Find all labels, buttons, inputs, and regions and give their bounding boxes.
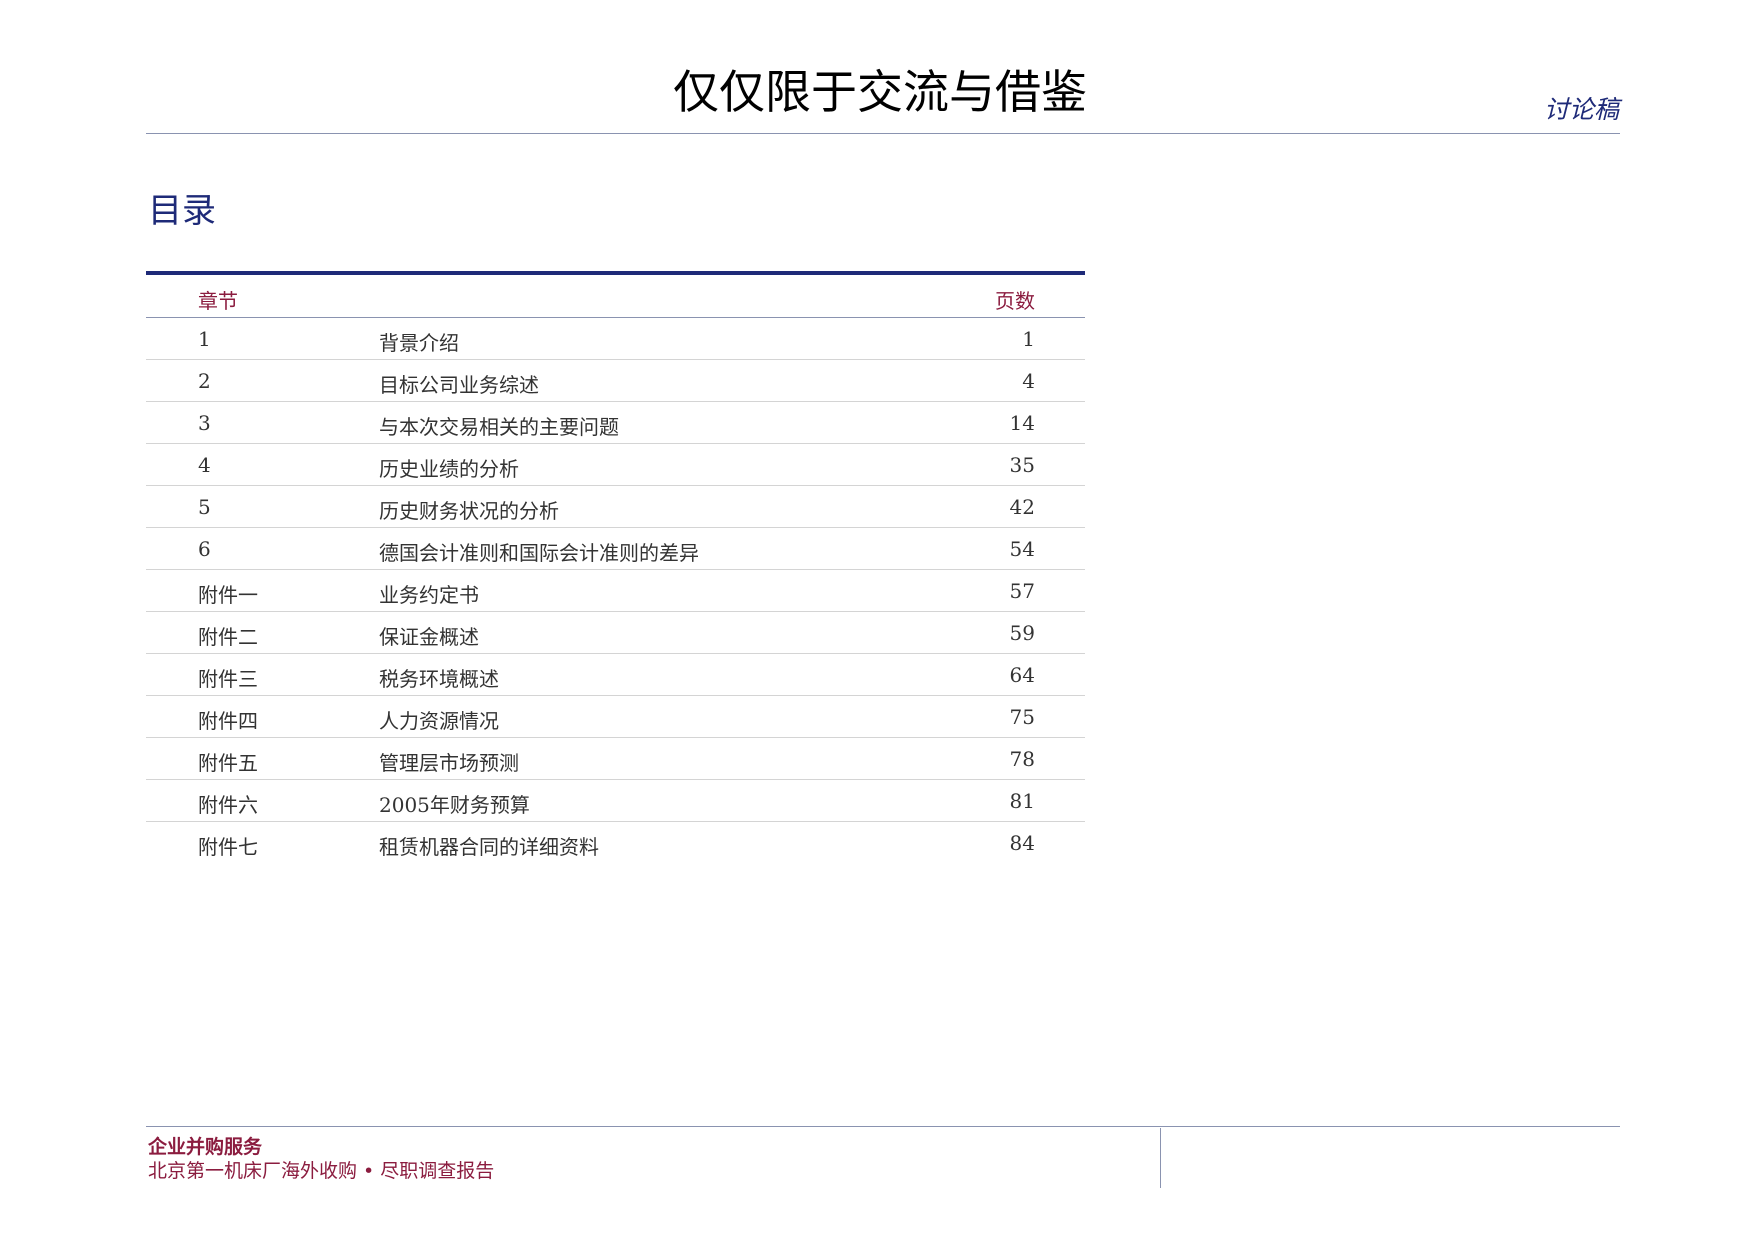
toc-row-title: 目标公司业务综述 <box>379 373 539 397</box>
toc-row: 附件五 管理层市场预测 78 <box>146 738 1085 780</box>
toc-row-title: 历史财务状况的分析 <box>379 499 559 523</box>
toc-row-chapter: 6 <box>198 537 211 561</box>
toc-header-row: 章节 页数 <box>146 275 1085 318</box>
toc-row-page: 57 <box>1009 579 1035 603</box>
toc-row-chapter: 3 <box>198 411 211 435</box>
toc-row-chapter: 附件五 <box>198 751 258 775</box>
toc-table: 章节 页数 1 背景介绍 1 2 目标公司业务综述 4 3 与本次交易相关的主要问题 14 4 历史… <box>146 271 1085 863</box>
footer-vertical-divider <box>1160 1128 1161 1188</box>
page-title: 仅仅限于交流与借鉴 <box>673 65 1087 119</box>
footer-department: 企业并购服务 <box>148 1136 263 1158</box>
toc-row: 附件二 保证金概述 59 <box>146 612 1085 654</box>
toc-row-title: 业务约定书 <box>379 583 479 607</box>
toc-row-title: 德国会计准则和国际会计准则的差异 <box>379 541 699 565</box>
toc-row-page: 35 <box>1009 453 1035 477</box>
column-header-chapter: 章节 <box>198 289 238 313</box>
toc-row-chapter: 5 <box>198 495 211 519</box>
toc-row-chapter: 附件六 <box>198 793 258 817</box>
toc-row-chapter: 附件一 <box>198 583 258 607</box>
toc-row: 4 历史业绩的分析 35 <box>146 444 1085 486</box>
toc-row-page: 78 <box>1009 747 1035 771</box>
footer-divider <box>146 1126 1620 1127</box>
toc-row-chapter: 附件三 <box>198 667 258 691</box>
toc-row: 附件七 租赁机器合同的详细资料 84 <box>146 822 1085 863</box>
toc-heading: 目录 <box>148 191 216 231</box>
toc-row-chapter: 1 <box>198 327 211 351</box>
toc-row: 2 目标公司业务综述 4 <box>146 360 1085 402</box>
toc-row-chapter: 附件二 <box>198 625 258 649</box>
toc-row-chapter: 附件七 <box>198 835 258 859</box>
toc-row: 3 与本次交易相关的主要问题 14 <box>146 402 1085 444</box>
toc-row-title: 与本次交易相关的主要问题 <box>379 415 619 439</box>
toc-row: 附件四 人力资源情况 75 <box>146 696 1085 738</box>
toc-row-title: 管理层市场预测 <box>379 751 519 775</box>
toc-row: 附件六 2005年财务预算 81 <box>146 780 1085 822</box>
toc-row-page: 42 <box>1009 495 1035 519</box>
toc-row-page: 1 <box>1022 327 1035 351</box>
toc-row-title: 人力资源情况 <box>379 709 499 733</box>
toc-row-page: 14 <box>1009 411 1035 435</box>
toc-row: 5 历史财务状况的分析 42 <box>146 486 1085 528</box>
toc-row-title: 税务环境概述 <box>379 667 499 691</box>
toc-row-title: 背景介绍 <box>379 331 459 355</box>
toc-row-page: 54 <box>1009 537 1035 561</box>
toc-row-chapter: 2 <box>198 369 211 393</box>
toc-row-page: 4 <box>1022 369 1035 393</box>
toc-body: 1 背景介绍 1 2 目标公司业务综述 4 3 与本次交易相关的主要问题 14 4 历史业绩的分析 3… <box>146 318 1085 863</box>
toc-row: 附件一 业务约定书 57 <box>146 570 1085 612</box>
toc-row-page: 59 <box>1009 621 1035 645</box>
toc-row-chapter: 4 <box>198 453 211 477</box>
toc-row-page: 75 <box>1009 705 1035 729</box>
toc-row-page: 81 <box>1009 789 1035 813</box>
toc-row: 6 德国会计准则和国际会计准则的差异 54 <box>146 528 1085 570</box>
toc-row: 1 背景介绍 1 <box>146 318 1085 360</box>
toc-row-title: 历史业绩的分析 <box>379 457 519 481</box>
toc-row-title: 保证金概述 <box>379 625 479 649</box>
toc-row-page: 64 <box>1009 663 1035 687</box>
toc-row-page: 84 <box>1009 831 1035 855</box>
header-divider <box>146 133 1620 134</box>
toc-row-title: 租赁机器合同的详细资料 <box>379 835 599 859</box>
footer-report-title: 北京第一机床厂海外收购 • 尽职调查报告 <box>148 1160 495 1182</box>
toc-row-title: 2005年财务预算 <box>379 793 530 817</box>
column-header-page: 页数 <box>995 289 1035 313</box>
draft-tag: 讨论稿 <box>1543 95 1619 124</box>
toc-row-chapter: 附件四 <box>198 709 258 733</box>
toc-row: 附件三 税务环境概述 64 <box>146 654 1085 696</box>
